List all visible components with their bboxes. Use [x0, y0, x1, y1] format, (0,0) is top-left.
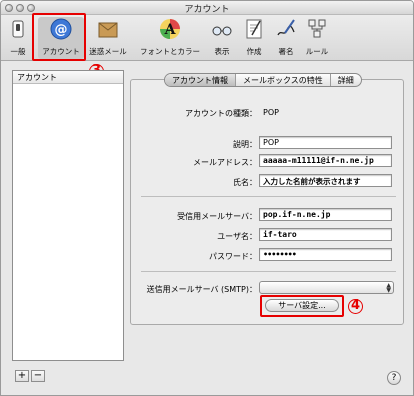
- email-label: メールアドレス：: [193, 158, 257, 167]
- add-account-button[interactable]: +: [15, 370, 29, 382]
- toolbar-rules[interactable]: ルール: [303, 17, 331, 59]
- toolbar-general[interactable]: 一般: [5, 17, 31, 59]
- remove-account-button[interactable]: −: [31, 370, 45, 382]
- username-field[interactable]: if-taro: [259, 228, 392, 241]
- annotation-highlight-accounts: [32, 13, 86, 61]
- tab-mailbox-behaviors[interactable]: メールボックスの特性: [236, 74, 331, 86]
- incoming-server-label: 受信用メールサーバ：: [177, 212, 257, 221]
- toolbar-fonts-colors[interactable]: A フォントとカラー: [137, 17, 203, 59]
- email-field[interactable]: aaaaa-m11111@if-n.ne.jp: [259, 154, 392, 167]
- description-field[interactable]: POP: [259, 136, 392, 149]
- full-name-field[interactable]: 入力した名前が表示されます: [259, 174, 392, 187]
- fonts-colors-icon: A: [160, 19, 180, 39]
- signature-icon: [277, 19, 295, 36]
- annotation-highlight-server-settings: [260, 295, 344, 317]
- incoming-server-field[interactable]: pop.if-n.ne.jp: [259, 208, 392, 221]
- divider: [141, 196, 396, 197]
- divider: [141, 271, 396, 272]
- svg-text:A: A: [164, 22, 177, 38]
- glasses-icon: [212, 26, 232, 36]
- tab-bar: アカウント情報 メールボックスの特性 詳細: [164, 73, 362, 87]
- account-type-label: アカウントの種類：: [185, 109, 257, 118]
- help-button[interactable]: ?: [387, 371, 401, 385]
- password-label: パスワード：: [209, 252, 257, 261]
- account-list[interactable]: アカウント: [12, 70, 124, 361]
- toolbar-viewing[interactable]: 表示: [209, 17, 235, 59]
- updown-arrows-icon: ▲ ▼: [386, 282, 391, 294]
- username-label: ユーザ名：: [217, 232, 257, 241]
- rules-icon: [308, 19, 326, 38]
- toolbar-composing[interactable]: 作成: [241, 17, 267, 59]
- smtp-server-select[interactable]: ▲ ▼: [259, 281, 394, 294]
- tab-advanced[interactable]: 詳細: [331, 74, 361, 86]
- full-name-label: 氏名：: [233, 178, 257, 187]
- tab-account-information[interactable]: アカウント情報: [165, 74, 236, 86]
- toolbar-junk-mail[interactable]: 迷惑メール: [87, 17, 129, 59]
- preferences-window: アカウント 一般 @ アカウント 迷惑メール A フォントとカラー 表示 作成 …: [0, 0, 414, 396]
- toolbar-signatures[interactable]: 署名: [273, 17, 299, 59]
- account-type-value: POP: [263, 108, 279, 117]
- annotation-step-4: 4: [348, 299, 363, 314]
- password-field[interactable]: ••••••••: [259, 248, 392, 261]
- junk-mail-icon: [98, 22, 118, 38]
- description-label: 説明：: [233, 140, 257, 149]
- smtp-server-label: 送信用メールサーバ (SMTP)：: [146, 285, 257, 294]
- account-list-header: アカウント: [13, 71, 123, 84]
- switch-icon: [12, 20, 24, 38]
- compose-icon: [246, 19, 262, 39]
